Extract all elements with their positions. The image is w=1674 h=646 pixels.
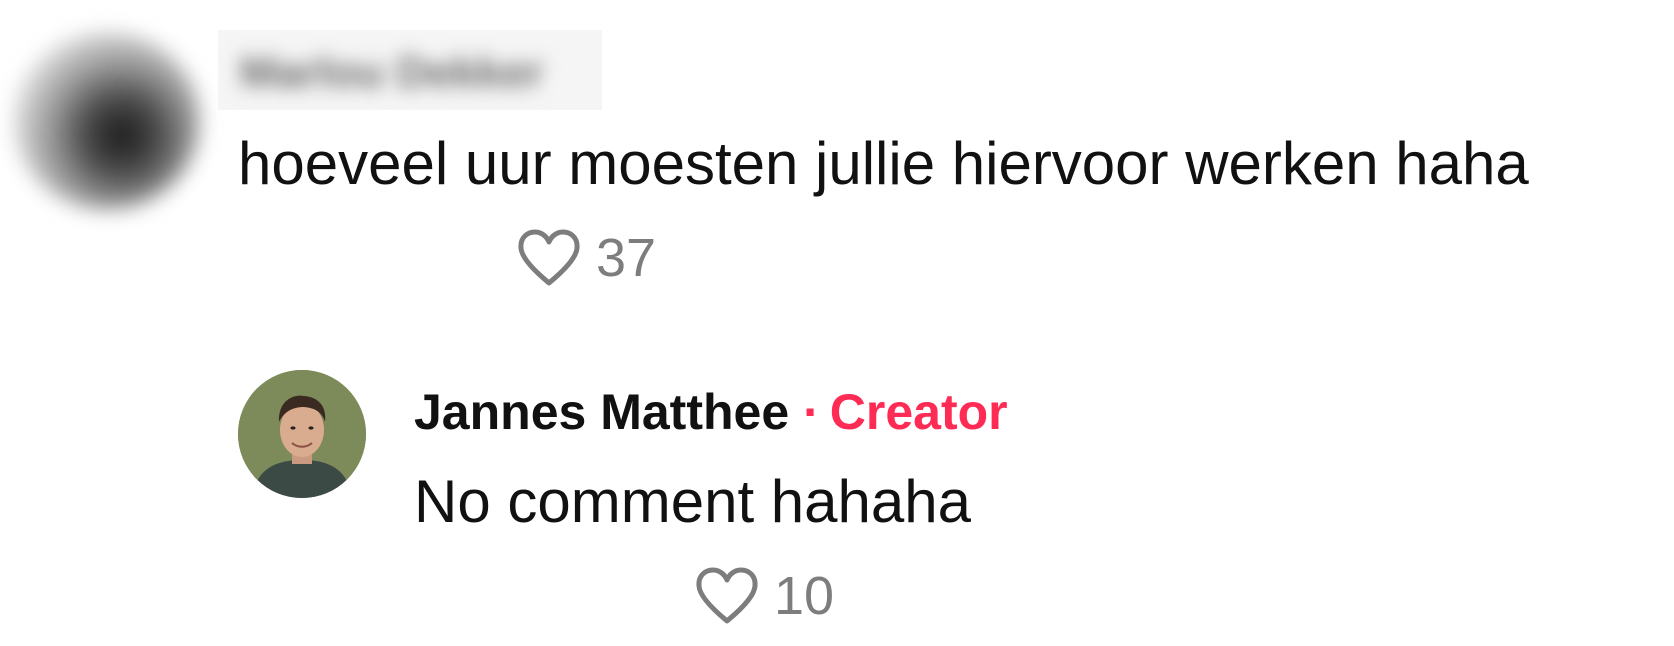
reply-username[interactable]: Jannes Matthee — [414, 384, 789, 440]
person-photo — [238, 370, 366, 498]
heart-outline-icon[interactable] — [694, 566, 760, 626]
creator-badge: Creator — [829, 384, 1008, 440]
heart-outline-icon[interactable] — [516, 228, 582, 288]
comment-like-count: 37 — [596, 228, 657, 288]
comment-like-button[interactable]: 37 — [516, 228, 656, 288]
commenter-avatar[interactable] — [14, 32, 200, 210]
comment-text: hoeveel uur moesten jullie hiervoor werk… — [238, 130, 1529, 197]
reply-avatar[interactable] — [238, 370, 366, 498]
reply-text: No comment hahaha — [414, 468, 971, 535]
reply-separator: · — [803, 384, 820, 440]
reply-header: Jannes Matthee · Creator — [414, 382, 1008, 442]
commenter-username-blurred[interactable]: Marlou Dekker — [218, 30, 602, 110]
commenter-username: Marlou Dekker — [240, 48, 544, 97]
reply-like-button[interactable]: 10 — [694, 566, 834, 626]
reply-like-count: 10 — [774, 566, 835, 626]
